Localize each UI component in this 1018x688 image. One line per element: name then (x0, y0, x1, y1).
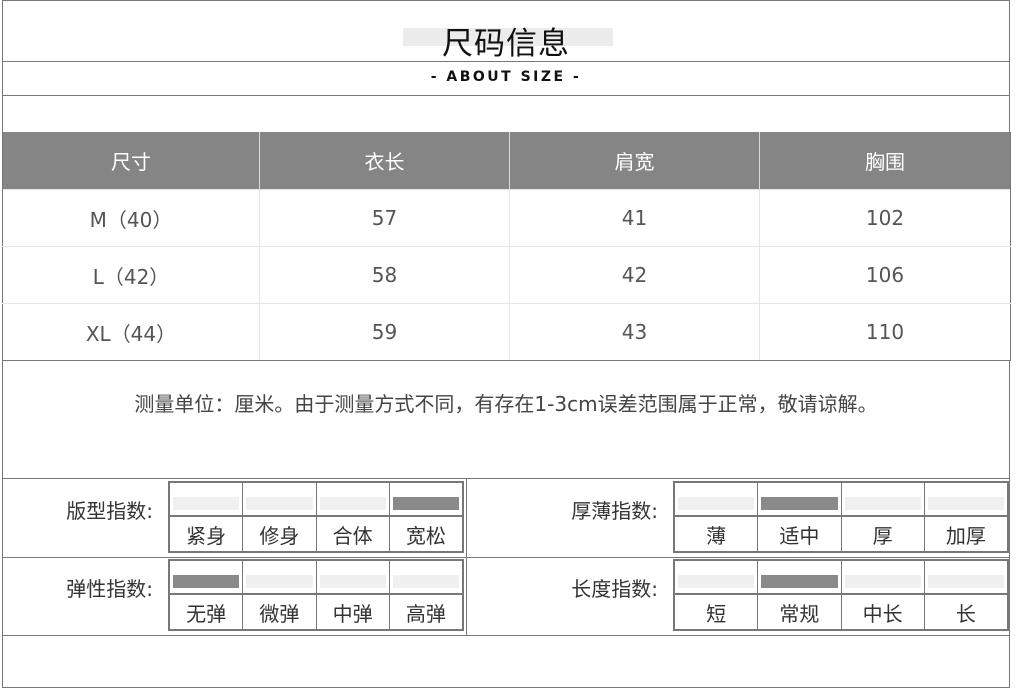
gauge-fill (246, 575, 313, 588)
elasticity-option: 高弹 (405, 601, 446, 626)
footer-spacer (2, 635, 1010, 688)
subtitle-section: - ABOUT SIZE - (2, 61, 1010, 96)
elasticity-index-label: 弹性指数: (66, 577, 153, 601)
gauge-fill (678, 575, 755, 588)
cell-size: M（40） (2, 189, 260, 247)
thickness-option: 加厚 (945, 523, 986, 548)
title-section: 尺码信息 (2, 0, 1010, 62)
gauge-fill (927, 497, 1004, 510)
fit-option: 宽松 (405, 523, 446, 548)
gauge-fill-selected (392, 497, 459, 510)
gauge-fill (844, 575, 921, 588)
cell-size: L（42） (2, 246, 260, 304)
header-size: 尺寸 (2, 132, 260, 190)
cell-shoulder: 41 (509, 189, 760, 247)
length-option: 中长 (842, 595, 925, 629)
cell-length: 57 (259, 189, 510, 247)
fit-index-gauge: 紧身 修身 合体 宽松 (168, 481, 464, 553)
thickness-option: 薄 (675, 517, 759, 551)
cell-length: 58 (259, 246, 510, 304)
gauge-fill (246, 497, 313, 510)
cell-shoulder: 43 (509, 303, 760, 361)
spacer-row (2, 95, 1010, 133)
gauge-fill (173, 497, 240, 510)
table-row: M（40） 57 41 102 (2, 189, 1011, 247)
fit-option: 合体 (317, 517, 390, 551)
cell-length: 59 (259, 303, 510, 361)
gauge-fill (678, 497, 755, 510)
measurement-note: 测量单位：厘米。由于测量方式不同，有存在1-3cm误差范围属于正常，敬请谅解。 (134, 392, 878, 416)
length-option: 短 (675, 595, 759, 629)
divider (3, 557, 1009, 558)
table-header-row: 尺寸 衣长 肩宽 胸围 (2, 132, 1011, 190)
gauge-fill (319, 497, 386, 510)
fit-index-label: 版型指数: (66, 499, 153, 523)
thickness-index-gauge: 薄 适中 厚 加厚 (673, 481, 1009, 553)
measurement-note-section: 测量单位：厘米。由于测量方式不同，有存在1-3cm误差范围属于正常，敬请谅解。 (2, 361, 1010, 479)
elasticity-option: 微弹 (243, 595, 317, 629)
cell-chest: 110 (759, 303, 1011, 361)
gauge-fill (844, 497, 921, 510)
table-row: L（42） 58 42 106 (2, 246, 1011, 304)
length-option: 常规 (758, 595, 842, 629)
gauge-fill (927, 575, 1004, 588)
header-length: 衣长 (259, 132, 510, 190)
table-row: XL（44） 59 43 110 (2, 303, 1011, 361)
gauge-fill-selected (173, 575, 240, 588)
thickness-option: 厚 (842, 517, 925, 551)
cell-chest: 106 (759, 246, 1011, 304)
gauge-fill-selected (761, 497, 838, 510)
index-section: 版型指数: 紧身 修身 合体 宽松 厚薄指数: 薄 适中 厚 加厚 弹性指数: … (2, 478, 1010, 636)
gauge-fill (392, 575, 459, 588)
elasticity-option: 中弹 (317, 595, 390, 629)
cell-chest: 102 (759, 189, 1011, 247)
cell-size: XL（44） (2, 303, 260, 361)
elasticity-index-gauge: 无弹 微弹 中弹 高弹 (168, 559, 464, 631)
thickness-option: 适中 (758, 517, 842, 551)
cell-shoulder: 42 (509, 246, 760, 304)
divider (466, 479, 467, 635)
length-index-label: 长度指数: (571, 577, 658, 601)
elasticity-option: 无弹 (170, 595, 244, 629)
thickness-index-label: 厚薄指数: (571, 499, 658, 523)
page-subtitle: - ABOUT SIZE - (430, 69, 582, 85)
fit-option: 修身 (243, 517, 317, 551)
gauge-fill-selected (761, 575, 838, 588)
header-shoulder: 肩宽 (509, 132, 760, 190)
page-title: 尺码信息 (442, 26, 570, 62)
fit-option: 紧身 (170, 517, 244, 551)
size-table: 尺寸 衣长 肩宽 胸围 M（40） 57 41 102 L（42） 58 42 … (2, 132, 1011, 361)
header-chest: 胸围 (759, 132, 1011, 190)
gauge-fill (319, 575, 386, 588)
length-option: 长 (955, 601, 976, 626)
length-index-gauge: 短 常规 中长 长 (673, 559, 1009, 631)
